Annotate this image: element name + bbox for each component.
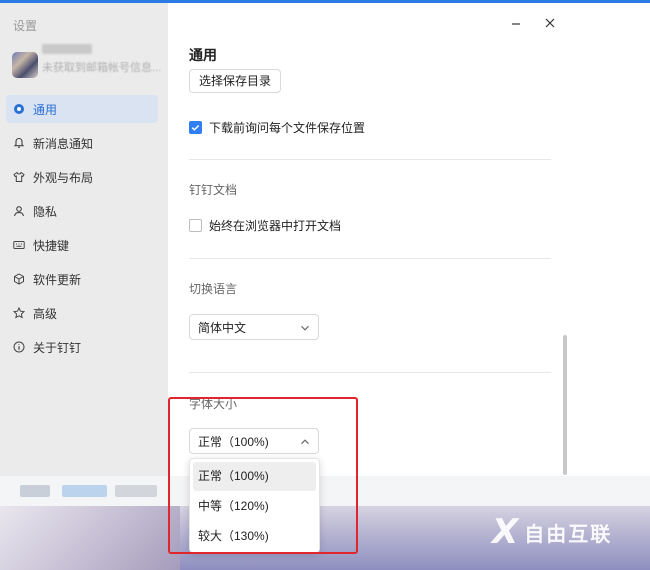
sidebar-item-label: 通用	[33, 102, 58, 117]
open-docs-in-browser-label: 始终在浏览器中打开文档	[209, 219, 342, 233]
profile-name-blurred	[42, 44, 92, 54]
divider	[189, 159, 551, 160]
info-icon	[13, 341, 25, 353]
choose-save-directory-button[interactable]: 选择保存目录	[189, 69, 282, 93]
sidebar-item-notifications[interactable]: 新消息通知	[6, 129, 158, 157]
blurred-text	[115, 485, 157, 497]
divider	[189, 258, 551, 259]
profile[interactable]: 未获取到邮箱帐号信息...	[12, 44, 161, 78]
window-title: 设置	[13, 19, 38, 33]
avatar[interactable]	[12, 52, 38, 78]
desktop-wallpaper-left	[0, 506, 180, 570]
profile-subtitle: 未获取到邮箱帐号信息...	[42, 62, 162, 74]
sidebar-item-label: 外观与布局	[33, 170, 94, 185]
sidebar-item-label: 快捷键	[33, 238, 70, 253]
font-size-option-large[interactable]: 较大（130%)	[193, 522, 316, 551]
sidebar-item-general[interactable]: 通用	[6, 95, 158, 123]
shirt-icon	[13, 171, 25, 183]
watermark-logo-icon: X	[492, 512, 519, 552]
sidebar: 设置 未获取到邮箱帐号信息... 通用 新消息通知 外观与布局 隐私 快捷键 软…	[0, 3, 168, 476]
font-size-dropdown: 正常（100%) 中等（120%) 较大（130%)	[189, 458, 320, 553]
ask-save-location-row[interactable]: 下载前询问每个文件保存位置	[189, 119, 365, 136]
sidebar-item-about[interactable]: 关于钉钉	[6, 333, 158, 361]
site-watermark: X 自由互联	[492, 512, 612, 552]
chevron-down-icon	[300, 322, 310, 332]
sidebar-item-label: 关于钉钉	[33, 340, 82, 355]
sidebar-item-label: 隐私	[33, 204, 58, 219]
sidebar-nav: 通用 新消息通知 外观与布局 隐私 快捷键 软件更新 高级 关于钉钉	[6, 95, 158, 367]
bell-icon	[13, 137, 25, 149]
minimize-icon[interactable]	[509, 17, 523, 31]
desktop-background	[572, 3, 650, 505]
settings-window: 设置 未获取到邮箱帐号信息... 通用 新消息通知 外观与布局 隐私 快捷键 软…	[0, 3, 572, 476]
star-icon	[13, 307, 25, 319]
divider	[189, 372, 551, 373]
language-select[interactable]: 简体中文	[189, 314, 319, 340]
sidebar-item-shortcuts[interactable]: 快捷键	[6, 231, 158, 259]
sidebar-item-label: 软件更新	[33, 272, 82, 287]
font-size-option-normal[interactable]: 正常（100%)	[193, 462, 316, 491]
ask-save-location-label: 下载前询问每个文件保存位置	[209, 121, 366, 135]
open-docs-in-browser-checkbox[interactable]	[189, 219, 202, 232]
cube-icon	[13, 273, 25, 285]
language-section-title: 切换语言	[189, 282, 238, 296]
close-icon[interactable]	[543, 16, 557, 30]
ask-save-location-checkbox[interactable]	[189, 121, 202, 134]
sidebar-item-label: 新消息通知	[33, 136, 94, 151]
user-icon	[13, 205, 25, 217]
settings-content: 通用 选择保存目录 下载前询问每个文件保存位置 钉钉文档 始终在浏览器中打开文档…	[168, 3, 572, 476]
sidebar-item-label: 高级	[33, 306, 58, 321]
sidebar-item-updates[interactable]: 软件更新	[6, 265, 158, 293]
language-select-value: 简体中文	[198, 320, 247, 335]
watermark-text: 自由互联	[524, 521, 613, 546]
font-size-select[interactable]: 正常（100%)	[189, 428, 319, 454]
font-size-option-medium[interactable]: 中等（120%)	[193, 492, 316, 521]
font-size-select-value: 正常（100%)	[198, 434, 269, 449]
gear-icon	[13, 103, 25, 115]
general-section-title: 通用	[189, 47, 217, 63]
chevron-up-icon	[300, 436, 310, 446]
sidebar-item-appearance[interactable]: 外观与布局	[6, 163, 158, 191]
blurred-text	[20, 485, 50, 497]
open-docs-in-browser-row[interactable]: 始终在浏览器中打开文档	[189, 217, 341, 234]
scrollbar[interactable]	[563, 335, 567, 475]
desktop-taskbar-strip	[0, 476, 650, 506]
docs-section-title: 钉钉文档	[189, 183, 238, 197]
sidebar-item-privacy[interactable]: 隐私	[6, 197, 158, 225]
blurred-text	[62, 485, 107, 497]
font-size-section-title: 字体大小	[189, 397, 238, 411]
keyboard-icon	[13, 239, 25, 251]
sidebar-item-advanced[interactable]: 高级	[6, 299, 158, 327]
